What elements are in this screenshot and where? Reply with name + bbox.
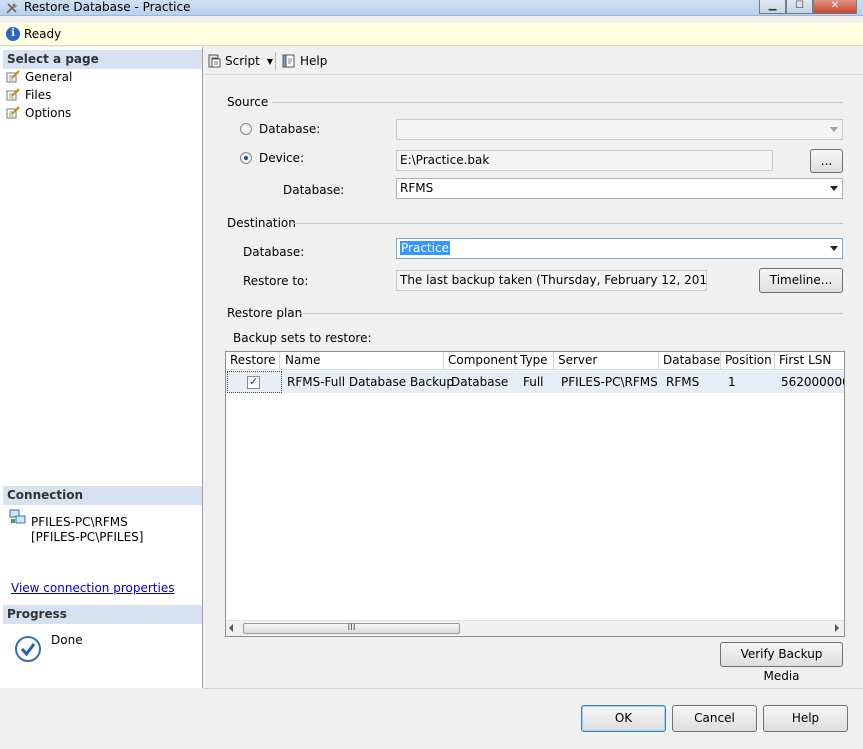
script-label: Script xyxy=(225,54,260,68)
script-button[interactable]: Script ▼ xyxy=(206,52,273,70)
page-icon xyxy=(6,88,20,101)
source-database-select[interactable]: RFMS xyxy=(396,178,843,199)
restore-tools-icon xyxy=(6,3,17,14)
column-header-component[interactable]: Component xyxy=(444,352,518,370)
restore-plan-group-label: Restore plan xyxy=(227,306,303,320)
progress-status: Done xyxy=(51,633,83,647)
maximize-button[interactable]: ☐ xyxy=(786,0,813,14)
source-database-combo-disabled xyxy=(396,119,843,140)
dropdown-arrow-icon[interactable]: ▼ xyxy=(267,57,273,66)
restore-to-label: Restore to: xyxy=(243,274,309,288)
column-header-database[interactable]: Database xyxy=(659,352,721,370)
status-bar: i Ready xyxy=(0,23,863,46)
column-header-name[interactable]: Name xyxy=(281,352,444,370)
cell-first-lsn: 56200000000 xyxy=(781,375,844,389)
select-page-header: Select a page xyxy=(3,50,202,69)
window-title: Restore Database - Practice xyxy=(24,0,191,14)
timeline-button[interactable]: Timeline... xyxy=(759,268,843,293)
source-database-radio[interactable] xyxy=(240,123,252,135)
help-button[interactable]: Help xyxy=(763,705,848,732)
toolbar: Script ▼ Help xyxy=(204,47,863,75)
connection-server: PFILES-PC\RFMS xyxy=(31,515,128,529)
page-item-options[interactable]: Options xyxy=(6,104,71,121)
chevron-down-icon xyxy=(830,127,838,132)
ok-button[interactable]: OK xyxy=(581,705,666,732)
column-header-server[interactable]: Server xyxy=(554,352,659,370)
status-text: Ready xyxy=(24,27,62,41)
info-icon: i xyxy=(6,27,20,41)
left-pane: Select a page General Files Options Conn… xyxy=(0,47,203,688)
column-header-restore[interactable]: Restore xyxy=(226,352,280,370)
cell-server: PFILES-PC\RFMS xyxy=(561,375,658,389)
row-focus-rect xyxy=(227,371,282,393)
restore-to-field: The last backup taken (Thursday, Februar… xyxy=(396,270,707,291)
browse-device-button[interactable]: ... xyxy=(810,149,843,173)
toolbar-separator xyxy=(275,52,276,70)
cell-name: RFMS-Full Database Backup xyxy=(287,375,454,389)
chevron-down-icon[interactable] xyxy=(830,246,838,251)
device-path-field: E:\Practice.bak xyxy=(396,150,773,171)
source-device-radio-label: Device: xyxy=(259,151,305,165)
source-group-line xyxy=(272,102,843,103)
destination-database-value[interactable]: Practice xyxy=(400,241,450,255)
cell-component: Database xyxy=(451,375,509,389)
cancel-button[interactable]: Cancel xyxy=(672,705,757,732)
backup-sets-grid[interactable]: Restore Name Component Type Server Datab… xyxy=(225,351,845,637)
title-bar: Restore Database - Practice ▁ ☐ ✕ xyxy=(0,0,863,16)
table-row[interactable]: RFMS-Full Database Backup Database Full … xyxy=(226,371,844,393)
grid-header: Restore Name Component Type Server Datab… xyxy=(226,352,844,370)
view-connection-properties-link[interactable]: View connection properties xyxy=(11,581,174,595)
script-icon xyxy=(208,54,221,68)
verify-backup-media-button[interactable]: Verify Backup Media xyxy=(720,642,843,683)
backup-sets-label: Backup sets to restore: xyxy=(233,331,372,345)
progress-header: Progress xyxy=(3,605,202,624)
close-button[interactable]: ✕ xyxy=(813,0,857,14)
connection-info: PFILES-PC\RFMS [PFILES-PC\PFILES] xyxy=(31,515,143,545)
column-header-position[interactable]: Position xyxy=(721,352,775,370)
column-header-type[interactable]: Type xyxy=(516,352,554,370)
source-device-radio[interactable] xyxy=(240,152,252,164)
source-group-label: Source xyxy=(227,95,269,109)
help-book-icon xyxy=(282,54,295,68)
scroll-right-arrow-icon[interactable] xyxy=(835,624,839,632)
destination-group-label: Destination xyxy=(227,216,296,230)
page-item-label: General xyxy=(25,69,73,84)
destination-database-input[interactable]: Practice xyxy=(396,238,843,259)
page-icon xyxy=(6,106,20,119)
scrollbar-thumb[interactable]: III xyxy=(243,623,460,634)
page-item-general[interactable]: General xyxy=(6,68,72,85)
source-database-radio-label: Database: xyxy=(259,122,321,136)
connection-header: Connection xyxy=(3,486,202,505)
cell-database: RFMS xyxy=(666,375,700,389)
done-check-icon xyxy=(15,636,41,662)
restore-plan-group-line xyxy=(300,313,843,314)
help-toolbar-button[interactable]: Help xyxy=(281,52,327,70)
column-header-first-lsn[interactable]: First LSN xyxy=(775,352,844,370)
page-item-label: Files xyxy=(25,87,52,102)
connection-user: [PFILES-PC\PFILES] xyxy=(31,530,144,544)
scroll-left-arrow-icon[interactable] xyxy=(229,624,233,632)
cell-type: Full xyxy=(523,375,544,389)
page-item-files[interactable]: Files xyxy=(6,86,51,103)
source-db-label: Database: xyxy=(283,183,345,197)
page-icon xyxy=(6,70,20,83)
minimize-button[interactable]: ▁ xyxy=(759,0,786,14)
help-label: Help xyxy=(300,54,328,68)
destination-group-line xyxy=(293,223,843,224)
window-controls: ▁ ☐ ✕ xyxy=(759,0,857,14)
destination-database-label: Database: xyxy=(243,245,305,259)
source-database-value: RFMS xyxy=(400,181,434,195)
chevron-down-icon[interactable] xyxy=(830,186,838,191)
bottom-separator xyxy=(204,688,863,689)
horizontal-scrollbar[interactable]: III xyxy=(226,620,844,636)
page-item-label: Options xyxy=(25,105,72,120)
server-connection-icon xyxy=(9,509,26,524)
cell-position: 1 xyxy=(728,375,736,389)
